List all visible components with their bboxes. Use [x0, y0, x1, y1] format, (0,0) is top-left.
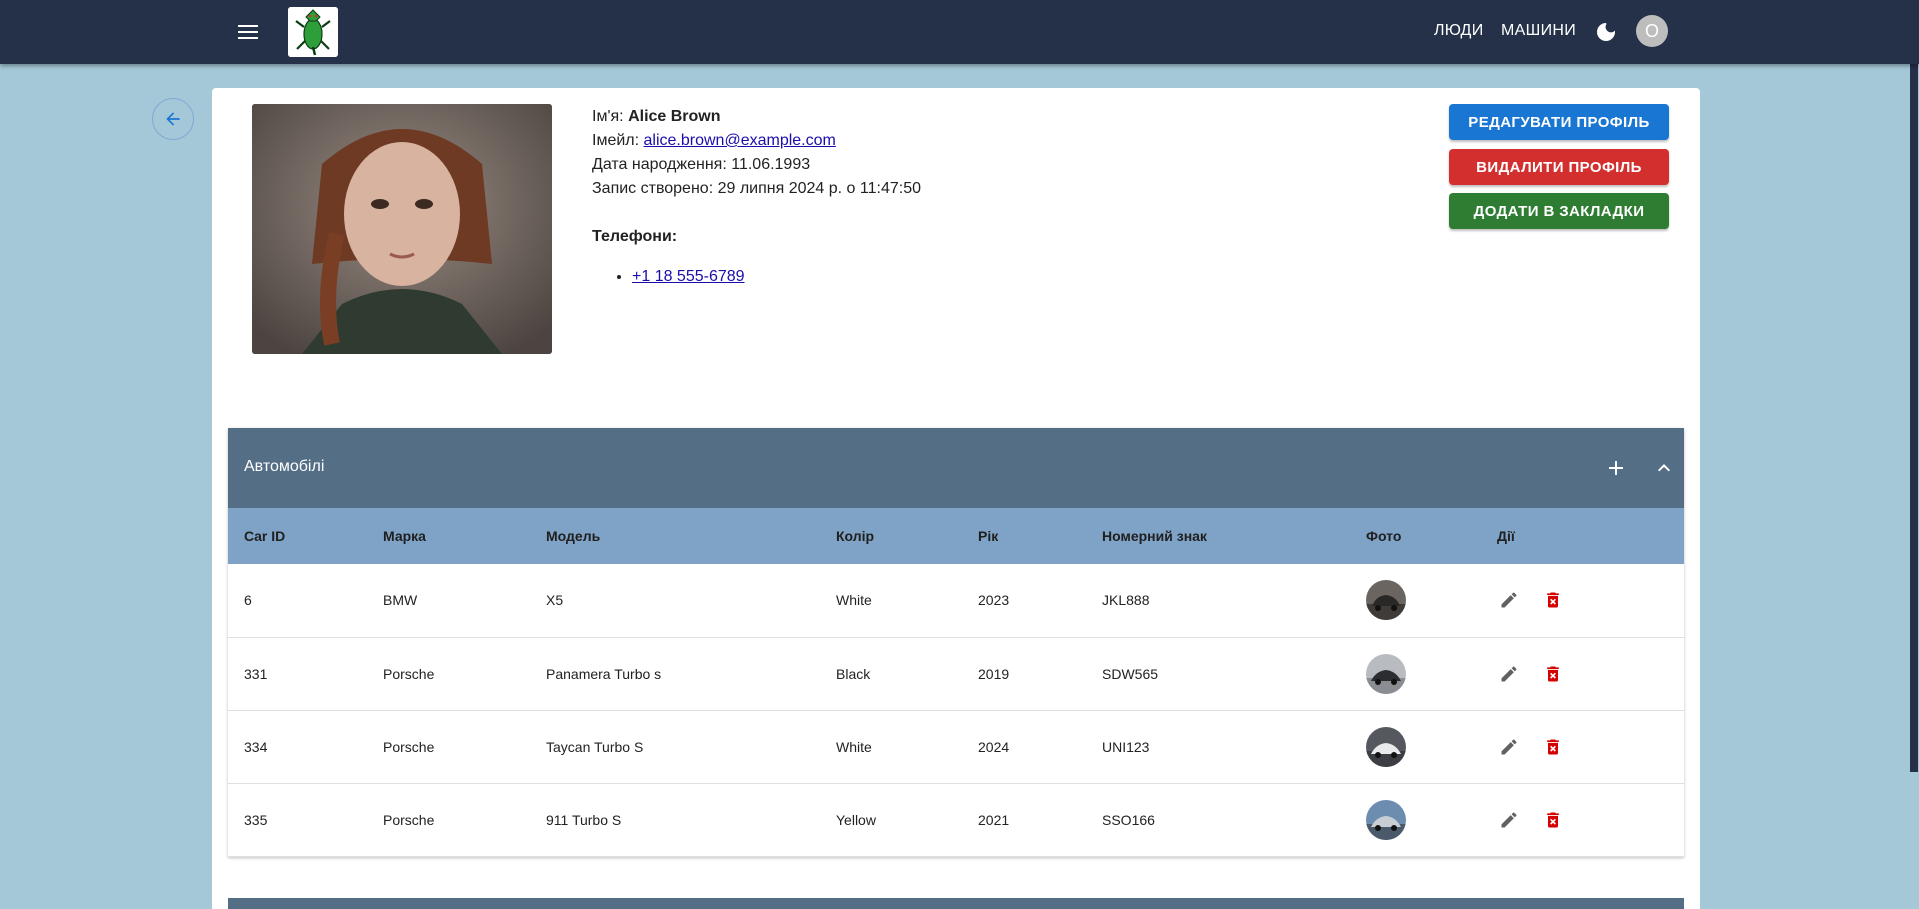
cell-actions: [1481, 710, 1684, 783]
table-row[interactable]: 6 BMW X5 White 2023 JKL888: [228, 564, 1684, 637]
scrollbar-thumb[interactable]: [1910, 64, 1918, 772]
car-photo[interactable]: [1366, 580, 1406, 621]
birth-date: 11.06.1993: [731, 156, 811, 173]
col-header-car-id[interactable]: Car ID: [228, 508, 367, 564]
col-header-photo: Фото: [1366, 528, 1402, 544]
table-row[interactable]: 331 Porsche Panamera Turbo s Black 2019 …: [228, 637, 1684, 710]
created-row: Запис створено: 29 липня 2024 р. о 11:47…: [592, 177, 921, 201]
name-label: Ім'я:: [592, 108, 624, 125]
birth-row: Дата народження: 11.06.1993: [592, 153, 921, 177]
cell-year: 2021: [978, 811, 1010, 828]
cell-model: 911 Turbo S: [546, 811, 622, 828]
car-photo[interactable]: [1366, 799, 1406, 840]
cell-plate: JKL888: [1102, 592, 1150, 609]
email-link[interactable]: alice.brown@example.com: [644, 132, 836, 149]
cell-year: 2019: [978, 665, 1010, 682]
cell-brand: Porsche: [383, 738, 435, 755]
cell-model: Panamera Turbo s: [546, 665, 662, 682]
cell-color: Yellow: [836, 811, 876, 828]
cell-car-id: 335: [244, 811, 268, 828]
app-bar: ЛЮДИ МАШИНИ O: [0, 0, 1919, 64]
scrollbar[interactable]: [1909, 0, 1919, 909]
delete-icon[interactable]: [1541, 588, 1565, 612]
cell-photo: [1350, 783, 1481, 856]
delete-icon[interactable]: [1541, 735, 1565, 759]
cell-car-id: 331: [244, 665, 268, 682]
moon-icon[interactable]: [1594, 20, 1618, 44]
user-avatar[interactable]: O: [1636, 15, 1668, 47]
cell-plate: SDW565: [1102, 665, 1159, 682]
cell-car-id: 334: [244, 738, 268, 755]
col-header-actions: Дії: [1497, 528, 1515, 544]
cell-brand: BMW: [383, 592, 418, 609]
chevron-up-icon[interactable]: [1652, 456, 1676, 480]
edit-icon[interactable]: [1497, 662, 1521, 686]
cell-plate: UNI123: [1102, 738, 1150, 755]
nav-link-cars[interactable]: МАШИНИ: [1501, 22, 1576, 40]
arrow-back-icon: [166, 112, 180, 126]
cell-color: White: [836, 592, 872, 609]
cell-photo: [1350, 564, 1481, 637]
email-label: Імейл:: [592, 132, 640, 149]
crocodile-logo[interactable]: [288, 7, 338, 57]
col-header-plate[interactable]: Номерний знак: [1086, 508, 1350, 564]
table-row[interactable]: 335 Porsche 911 Turbo S Yellow 2021 SSO1…: [228, 783, 1684, 856]
phone-item: +1 18 555-6789: [632, 265, 921, 289]
cars-accordion-header[interactable]: Автомобілі: [228, 428, 1684, 508]
col-header-brand[interactable]: Марка: [367, 508, 530, 564]
profile-info: Ім'я: Alice Brown Імейл: alice.brown@exa…: [592, 105, 921, 289]
col-header-model[interactable]: Модель: [530, 508, 820, 564]
cell-model: X5: [546, 592, 564, 609]
created-label: Запис створено:: [592, 180, 714, 197]
profile-name: Alice Brown: [628, 108, 721, 125]
delete-icon[interactable]: [1541, 808, 1565, 832]
edit-icon[interactable]: [1497, 588, 1521, 612]
cell-photo: [1350, 637, 1481, 710]
edit-profile-button[interactable]: РЕДАГУВАТИ ПРОФІЛЬ: [1449, 104, 1669, 140]
cell-year: 2024: [978, 738, 1010, 755]
cell-actions: [1481, 564, 1684, 637]
name-row: Ім'я: Alice Brown: [592, 105, 921, 129]
cars-title: Автомобілі: [244, 458, 325, 475]
cell-actions: [1481, 783, 1684, 856]
birth-label: Дата народження:: [592, 156, 727, 173]
delete-icon[interactable]: [1541, 662, 1565, 686]
cell-plate: SSO166: [1102, 811, 1155, 828]
edit-icon[interactable]: [1497, 808, 1521, 832]
created-date: 29 липня 2024 р. о 11:47:50: [717, 180, 921, 197]
phones-list: +1 18 555-6789: [592, 265, 921, 289]
delete-profile-button[interactable]: ВИДАЛИТИ ПРОФІЛЬ: [1449, 149, 1669, 185]
menu-icon[interactable]: [232, 16, 264, 48]
cell-car-id: 6: [244, 592, 252, 609]
col-header-year[interactable]: Рік: [962, 508, 1086, 564]
col-header-color[interactable]: Колір: [820, 508, 962, 564]
profile-photo: [252, 104, 552, 354]
back-button[interactable]: [152, 98, 194, 140]
cars-accordion: Автомобілі Car ID Марка Модель Колір Рік: [228, 428, 1684, 857]
cell-actions: [1481, 637, 1684, 710]
car-photo[interactable]: [1366, 726, 1406, 767]
table-header-row: Car ID Марка Модель Колір Рік Номерний з…: [228, 508, 1684, 564]
cell-model: Taycan Turbo S: [546, 738, 644, 755]
edit-icon[interactable]: [1497, 735, 1521, 759]
add-bookmark-button[interactable]: ДОДАТИ В ЗАКЛАДКИ: [1449, 193, 1669, 229]
cell-color: White: [836, 738, 872, 755]
profile-card: Ім'я: Alice Brown Імейл: alice.brown@exa…: [212, 88, 1700, 909]
phone-link[interactable]: +1 18 555-6789: [632, 268, 745, 285]
table-row[interactable]: 334 Porsche Taycan Turbo S White 2024 UN…: [228, 710, 1684, 783]
phones-title: Телефони:: [592, 228, 678, 245]
cell-color: Black: [836, 665, 871, 682]
email-row: Імейл: alice.brown@example.com: [592, 129, 921, 153]
cell-photo: [1350, 710, 1481, 783]
cell-brand: Porsche: [383, 665, 435, 682]
next-accordion-header[interactable]: [228, 898, 1684, 909]
cell-brand: Porsche: [383, 811, 435, 828]
cell-year: 2023: [978, 592, 1010, 609]
cars-table: Car ID Марка Модель Колір Рік Номерний з…: [228, 508, 1684, 857]
nav-link-people[interactable]: ЛЮДИ: [1434, 22, 1484, 40]
car-photo[interactable]: [1366, 653, 1406, 694]
add-icon[interactable]: [1604, 456, 1628, 480]
